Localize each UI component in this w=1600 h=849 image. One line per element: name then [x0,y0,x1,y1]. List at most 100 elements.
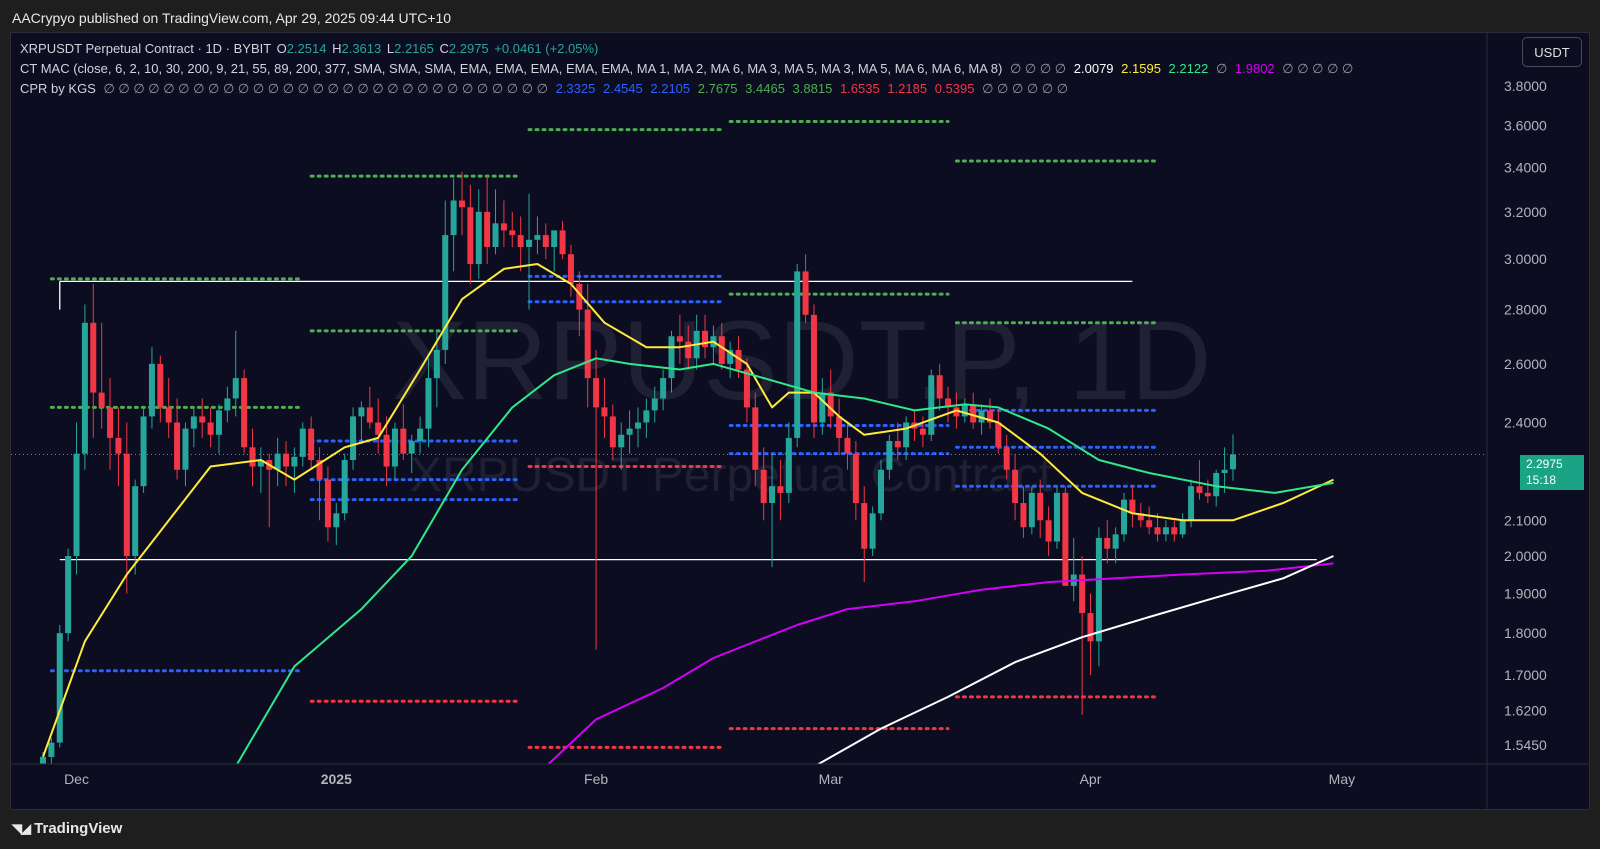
x-tick-label-apr: Apr [1080,771,1102,787]
candle-body-22 [224,398,231,411]
candle-body-5 [81,322,88,454]
mac-value-yellow: 2.1595 [1121,61,1161,76]
y-tick-label-2: 3.4000 [1504,159,1547,175]
plot-area [11,120,1487,764]
cpr-value-2: 2.4545 [602,81,643,96]
candle-body-138 [1196,486,1203,493]
candle-body-73 [651,398,658,411]
candle-body-137 [1188,486,1195,521]
currency-button[interactable]: USDT [1522,37,1582,67]
candle-body-75 [668,336,675,379]
candle-body-81 [718,336,725,364]
cpr-indicator-legend[interactable]: CPR by KGS ∅ ∅ ∅ ∅ ∅ ∅ ∅ ∅ ∅ ∅ ∅ ∅ ∅ ∅ ∅… [20,81,1068,97]
candle-body-11 [132,486,139,556]
candle-body-103 [903,422,910,448]
candle-body-63 [567,254,574,284]
candle-body-10 [123,453,130,556]
candle-body-8 [107,407,114,438]
mac-indicator-legend[interactable]: CT MAC (close, 6, 2, 10, 30, 200, 9, 21,… [20,61,1353,77]
bar-countdown: 15:18 [1526,473,1557,487]
candle-body-117 [1020,503,1027,528]
candle-body-107 [936,375,943,399]
candle-body-77 [685,341,692,359]
cpr-value-3: 2.2105 [650,81,691,96]
candle-body-32 [308,428,315,461]
candle-body-1 [48,742,55,757]
candle-body-21 [215,410,222,435]
candle-body-34 [324,479,331,528]
candle-body-25 [249,447,256,467]
candle-body-114 [995,422,1002,448]
cpr-value-4: 2.7675 [697,81,738,96]
candle-body-134 [1162,527,1169,535]
low-value: 2.2165 [394,41,434,56]
tradingview-logo-icon: ◥◢ [12,821,31,836]
mac-empty-values-trailing: ∅ ∅ ∅ ∅ ∅ [1282,61,1354,76]
cpr-value-6: 3.8815 [792,81,833,96]
candle-body-69 [618,434,625,448]
candle-body-36 [341,460,348,514]
candle-body-128 [1112,534,1119,549]
close-label: C [439,41,449,56]
candle-body-121 [1053,492,1060,542]
candle-body-132 [1146,520,1153,528]
cpr-empty-values: ∅ ∅ ∅ ∅ ∅ ∅ ∅ ∅ ∅ ∅ ∅ ∅ ∅ ∅ ∅ ∅ ∅ ∅ ∅ ∅ … [103,81,548,96]
candle-body-85 [752,407,759,470]
candle-body-24 [241,378,248,448]
candle-body-129 [1121,499,1128,535]
candle-body-97 [852,453,859,504]
cpr-value-5: 3.4465 [745,81,785,96]
y-tick-label-10: 1.9000 [1504,586,1547,602]
candle-body-105 [919,428,926,435]
candle-body-86 [760,469,767,504]
candle-body-59 [534,235,541,240]
candle-body-99 [869,513,876,549]
candle-body-41 [383,434,390,467]
candle-body-88 [777,486,784,493]
tradingview-logo[interactable]: ◥◢ TradingView [12,820,122,837]
candle-body-66 [593,378,600,408]
candle-body-79 [702,330,709,348]
candle-body-47 [433,349,440,379]
y-tick-label-6: 2.6000 [1504,356,1547,372]
y-tick-label-12: 1.7000 [1504,667,1547,683]
candle-body-51 [467,207,474,264]
candle-body-54 [492,223,499,247]
candle-body-4 [73,453,80,556]
candle-body-18 [190,416,197,429]
candle-body-92 [810,314,817,423]
candle-body-136 [1179,520,1186,535]
candle-body-17 [182,428,189,470]
candle-body-0 [40,756,46,764]
candle-body-57 [517,235,524,247]
symbol-legend[interactable]: XRPUSDT Perpetual Contract · 1D · BYBIT … [20,41,598,56]
mac-empty-separator: ∅ [1215,61,1228,76]
candle-body-87 [769,486,776,504]
candle-body-46 [425,378,432,429]
candle-body-120 [1045,520,1052,542]
cpr-indicator-name: CPR by KGS [20,81,96,96]
mac-value-magenta: 1.9802 [1234,61,1275,76]
cpr-value-8: 1.2185 [887,81,928,96]
y-tick-label-0: 3.8000 [1504,78,1547,94]
x-tick-label-2025: 2025 [321,771,352,787]
candle-body-130 [1129,499,1136,514]
candle-body-58 [526,239,533,247]
candle-body-23 [232,378,239,399]
candle-body-140 [1213,473,1220,497]
price-chart[interactable]: 3.8000 3.6000 3.4000 3.2000 3.0000 2.8000 2.60… [0,0,1600,849]
candle-body-142 [1229,454,1236,470]
candle-body-31 [299,428,306,457]
high-value: 2.3613 [341,41,382,56]
candle-body-71 [634,422,641,429]
y-tick-label-7: 2.4000 [1504,414,1547,430]
candle-body-50 [459,200,465,208]
candle-body-29 [283,453,290,467]
candle-body-55 [500,223,507,231]
candle-body-74 [660,378,667,399]
mac-empty-values: ∅ ∅ ∅ ∅ [1010,61,1067,76]
candle-body-68 [609,416,616,448]
candle-body-15 [165,407,172,423]
candle-body-7 [98,392,105,408]
x-tick-label-may: May [1329,771,1355,787]
